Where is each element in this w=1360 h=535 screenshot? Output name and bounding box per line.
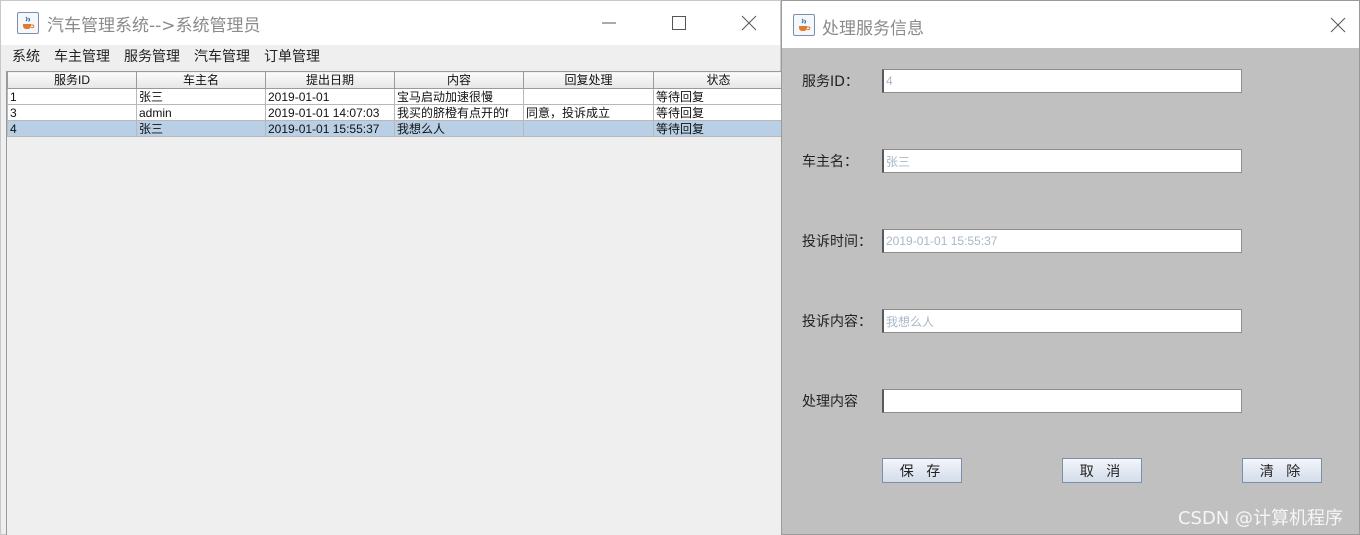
handling-content-field[interactable] xyxy=(882,389,1242,413)
service-id-field[interactable] xyxy=(882,69,1242,93)
main-window: 汽车管理系统-->系统管理员 系统 车主管理 服务管理 汽车管理 订单管理 服务… xyxy=(0,0,784,535)
maximize-button[interactable] xyxy=(656,1,702,45)
service-id-label: 服务ID： xyxy=(802,74,859,90)
owner-name-label: 车主名： xyxy=(802,154,858,170)
cell-reply[interactable]: 同意，投诉成立 xyxy=(523,104,654,121)
clear-button[interactable]: 清 除 xyxy=(1242,458,1322,483)
cell-service-id[interactable]: 4 xyxy=(7,120,137,137)
column-header-status[interactable]: 状态 xyxy=(653,71,784,89)
owner-name-field[interactable] xyxy=(882,149,1242,173)
complaint-content-field[interactable] xyxy=(882,309,1242,333)
cell-status[interactable]: 等待回复 xyxy=(653,104,784,121)
handling-content-label: 处理内容 xyxy=(802,394,858,410)
menu-car-management[interactable]: 汽车管理 xyxy=(187,45,257,69)
menu-bar: 系统 车主管理 服务管理 汽车管理 订单管理 xyxy=(1,45,780,69)
cell-status[interactable]: 等待回复 xyxy=(653,120,784,137)
service-table-area: 服务ID 车主名 提出日期 内容 回复处理 状态 1 张三 2019-01-01… xyxy=(6,71,784,535)
java-coffee-icon xyxy=(793,14,815,36)
column-header-service-id[interactable]: 服务ID xyxy=(7,71,137,89)
minimize-button[interactable] xyxy=(586,1,632,45)
cell-date[interactable]: 2019-01-01 15:55:37 xyxy=(265,120,395,137)
menu-owner-management[interactable]: 车主管理 xyxy=(47,45,117,69)
cell-owner[interactable]: admin xyxy=(136,104,266,121)
minimize-icon xyxy=(602,22,616,24)
close-icon xyxy=(1330,17,1346,33)
dialog-title-bar: 处理服务信息 xyxy=(782,1,1359,48)
column-header-owner[interactable]: 车主名 xyxy=(136,71,266,89)
cell-status[interactable]: 等待回复 xyxy=(653,88,784,105)
column-header-date[interactable]: 提出日期 xyxy=(265,71,395,89)
table-header-row: 服务ID 车主名 提出日期 内容 回复处理 状态 xyxy=(7,71,784,89)
column-header-reply[interactable]: 回复处理 xyxy=(523,71,654,89)
table-row[interactable]: 1 张三 2019-01-01 宝马启动加速很慢 等待回复 xyxy=(7,88,784,105)
cell-owner[interactable]: 张三 xyxy=(136,88,266,105)
menu-service-management[interactable]: 服务管理 xyxy=(117,45,187,69)
table-row[interactable]: 3 admin 2019-01-01 14:07:03 我买的脐橙有点开的f 同… xyxy=(7,104,784,121)
cell-date[interactable]: 2019-01-01 14:07:03 xyxy=(265,104,395,121)
cell-date[interactable]: 2019-01-01 xyxy=(265,88,395,105)
service-dialog: 处理服务信息 服务ID： 车主名： 投诉时间： 投诉内容： 处理内容 保 存 取… xyxy=(781,0,1360,535)
cell-service-id[interactable]: 1 xyxy=(7,88,137,105)
complaint-time-label: 投诉时间： xyxy=(802,234,872,250)
cancel-button[interactable]: 取 消 xyxy=(1062,458,1142,483)
cell-content[interactable]: 宝马启动加速很慢 xyxy=(394,88,524,105)
maximize-icon xyxy=(672,16,686,30)
table-row-selected[interactable]: 4 张三 2019-01-01 15:55:37 我想么人 等待回复 xyxy=(7,120,784,137)
cell-reply[interactable] xyxy=(523,88,654,105)
dialog-title: 处理服务信息 xyxy=(822,19,924,39)
service-table: 服务ID 车主名 提出日期 内容 回复处理 状态 1 张三 2019-01-01… xyxy=(7,71,784,137)
menu-system[interactable]: 系统 xyxy=(5,45,47,69)
complaint-content-label: 投诉内容： xyxy=(802,314,872,330)
cell-content[interactable]: 我买的脐橙有点开的f xyxy=(394,104,524,121)
column-header-content[interactable]: 内容 xyxy=(394,71,524,89)
close-icon xyxy=(741,15,757,31)
complaint-time-field[interactable] xyxy=(882,229,1242,253)
save-button[interactable]: 保 存 xyxy=(882,458,962,483)
cell-reply[interactable] xyxy=(523,120,654,137)
dialog-close-button[interactable] xyxy=(1327,14,1349,36)
java-coffee-icon xyxy=(17,12,39,34)
menu-order-management[interactable]: 订单管理 xyxy=(257,45,327,69)
cell-service-id[interactable]: 3 xyxy=(7,104,137,121)
main-window-title: 汽车管理系统-->系统管理员 xyxy=(47,16,261,36)
close-button[interactable] xyxy=(726,1,772,45)
main-title-bar: 汽车管理系统-->系统管理员 xyxy=(1,1,780,45)
cell-owner[interactable]: 张三 xyxy=(136,120,266,137)
cell-content[interactable]: 我想么人 xyxy=(394,120,524,137)
csdn-watermark: CSDN @计算机程序 xyxy=(1177,508,1343,529)
